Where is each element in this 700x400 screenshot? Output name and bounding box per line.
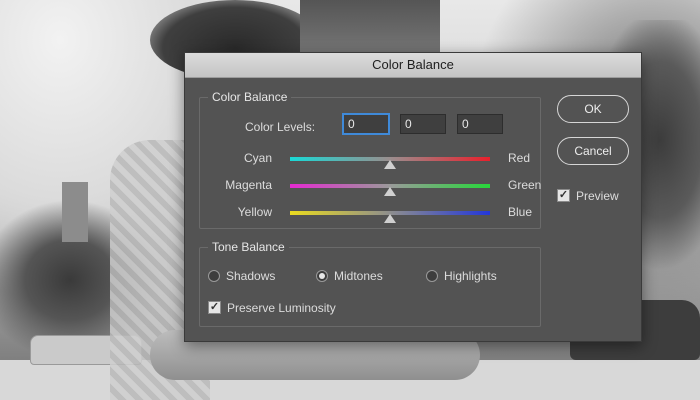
highlights-radio[interactable] xyxy=(426,270,438,282)
preserve-luminosity-checkbox[interactable]: ✓ xyxy=(208,301,221,314)
color-level-magenta-green-input[interactable] xyxy=(400,114,446,134)
yellow-blue-slider-thumb[interactable] xyxy=(384,214,396,223)
preview-label: Preview xyxy=(576,189,619,203)
color-level-yellow-blue-input[interactable] xyxy=(457,114,503,134)
photo-tower xyxy=(62,182,88,242)
cyan-red-slider-thumb[interactable] xyxy=(384,160,396,169)
magenta-green-slider-thumb[interactable] xyxy=(384,187,396,196)
slider-red-label: Red xyxy=(508,151,531,165)
slider-blue-label: Blue xyxy=(508,205,533,219)
midtones-radio[interactable] xyxy=(316,270,328,282)
slider-yellow-label: Yellow xyxy=(237,205,272,219)
preserve-luminosity-label: Preserve Luminosity xyxy=(227,301,336,315)
slider-cyan-label: Cyan xyxy=(243,151,272,165)
color-balance-group-title: Color Balance xyxy=(208,90,292,104)
shadows-label: Shadows xyxy=(226,269,276,283)
dialog-title: Color Balance xyxy=(372,57,454,72)
highlights-label: Highlights xyxy=(444,269,497,283)
cancel-button[interactable]: Cancel xyxy=(557,137,629,165)
preview-checkbox[interactable]: ✓ xyxy=(557,189,570,202)
slider-magenta-label: Magenta xyxy=(225,178,272,192)
photo-coat xyxy=(300,0,440,60)
slider-green-label: Green xyxy=(508,178,542,192)
color-balance-group: Color Balance Color Levels: Cyan Red Mag… xyxy=(199,90,542,229)
color-level-cyan-red-input[interactable] xyxy=(343,114,389,134)
tone-balance-group-title: Tone Balance xyxy=(208,240,289,254)
color-levels-label: Color Levels: xyxy=(245,120,316,134)
midtones-label: Midtones xyxy=(334,269,383,283)
color-balance-dialog: Color Balance Color Balance Color Levels… xyxy=(184,52,642,342)
dialog-titlebar[interactable]: Color Balance xyxy=(185,53,641,78)
tone-balance-group: Tone Balance Shadows Midtones Highlights… xyxy=(199,240,541,327)
ok-button[interactable]: OK xyxy=(557,95,629,123)
shadows-radio[interactable] xyxy=(208,270,220,282)
